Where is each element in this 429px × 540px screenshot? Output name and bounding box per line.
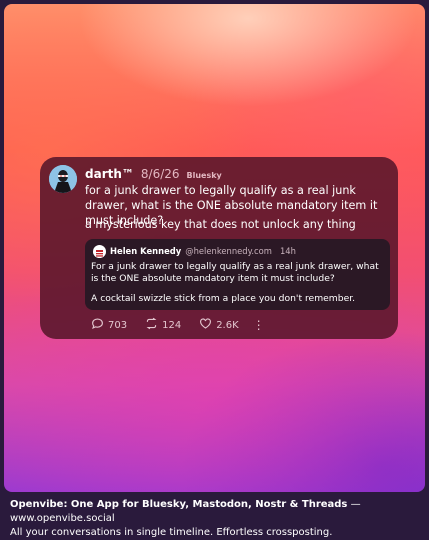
- footer-tagline: All your conversations in single timelin…: [10, 527, 333, 538]
- footer-brand: Openvibe: One App for Bluesky, Mastodon,…: [10, 499, 348, 510]
- quote-header: Helen Kennedy @helenkennedy.com 14h: [110, 246, 296, 256]
- like-button[interactable]: 2.6K: [199, 317, 239, 333]
- post-card[interactable]: darth™ 8/6/26 Bluesky for a junk drawer …: [40, 157, 398, 339]
- background-gradient: darth™ 8/6/26 Bluesky for a junk drawer …: [4, 4, 425, 492]
- post-actions: 703 124 2.6K ⋮: [91, 317, 265, 333]
- post-date[interactable]: 8/6/26: [141, 167, 180, 181]
- comment-button[interactable]: 703: [91, 317, 127, 333]
- quoted-post[interactable]: Helen Kennedy @helenkennedy.com 14h For …: [85, 239, 390, 310]
- footer-line-1: Openvibe: One App for Bluesky, Mastodon,…: [10, 498, 422, 526]
- author-name[interactable]: darth™: [85, 167, 134, 181]
- heart-icon: [199, 317, 212, 333]
- repost-button[interactable]: 124: [145, 317, 181, 333]
- comment-count: 703: [108, 319, 128, 331]
- network-badge: Bluesky: [186, 171, 222, 180]
- comment-icon: [91, 317, 104, 333]
- quote-time: 14h: [279, 246, 296, 256]
- quote-avatar: [93, 245, 106, 258]
- quote-handle[interactable]: @helenkennedy.com: [185, 246, 272, 256]
- more-icon[interactable]: ⋮: [253, 319, 265, 331]
- repost-count: 124: [162, 319, 182, 331]
- footer-url[interactable]: www.openvibe.social: [10, 513, 115, 524]
- quote-text: For a junk drawer to legally qualify as …: [91, 261, 379, 284]
- post-reply-text: a mysterious key that does not unlock an…: [85, 218, 356, 231]
- promo-footer: Openvibe: One App for Bluesky, Mastodon,…: [10, 498, 422, 540]
- avatar[interactable]: [49, 165, 77, 193]
- footer-separator: —: [347, 499, 361, 510]
- quote-author-name[interactable]: Helen Kennedy: [110, 246, 181, 256]
- post-header: darth™ 8/6/26 Bluesky: [85, 167, 222, 181]
- like-count: 2.6K: [216, 319, 239, 331]
- quote-reply-text: A cocktail swizzle stick from a place yo…: [91, 293, 356, 304]
- repost-icon: [145, 317, 158, 333]
